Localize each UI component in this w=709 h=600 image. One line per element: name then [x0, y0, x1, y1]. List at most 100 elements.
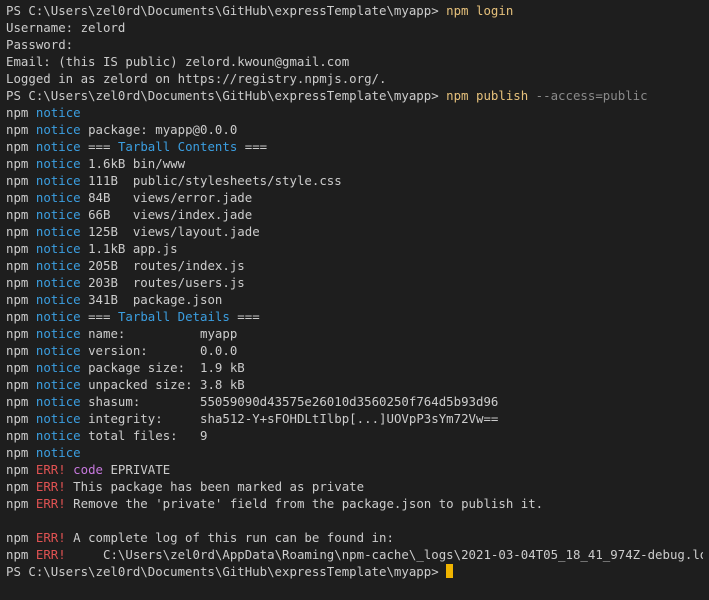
- notice-label: notice: [35, 173, 81, 188]
- npm-label: npm: [6, 411, 29, 426]
- npm-label: npm: [6, 207, 29, 222]
- notice-output: npm notice npm notice package: myapp@0.0.…: [6, 104, 703, 461]
- npm-label: npm: [6, 445, 29, 460]
- notice-line: npm notice 111B public/stylesheets/style…: [6, 172, 703, 189]
- error-code-keyword: code: [73, 462, 104, 477]
- notice-label: notice: [35, 445, 81, 460]
- npm-label: npm: [6, 241, 29, 256]
- terminal-window[interactable]: PS C:\Users\zel0rd\Documents\GitHub\expr…: [0, 0, 709, 600]
- notice-line: npm notice name: myapp: [6, 325, 703, 342]
- notice-text: total files: 9: [88, 428, 208, 443]
- prompt-line-publish: PS C:\Users\zel0rd\Documents\GitHub\expr…: [6, 87, 703, 104]
- notice-text: version: 0.0.0: [88, 343, 238, 358]
- notice-label: notice: [35, 224, 81, 239]
- notice-label: notice: [35, 343, 81, 358]
- npm-label: npm: [6, 326, 29, 341]
- err-label: ERR!: [35, 496, 66, 511]
- notice-text: 203B routes/users.js: [88, 275, 245, 290]
- npm-label: npm: [6, 105, 29, 120]
- npm-label: npm: [6, 496, 29, 511]
- notice-line: npm notice 84B views/error.jade: [6, 189, 703, 206]
- username-line: Username: zelord: [6, 20, 126, 35]
- error-line: npm ERR! This package has been marked as…: [6, 478, 703, 495]
- err-label: ERR!: [35, 462, 66, 477]
- notice-text: package: myapp@0.0.0: [88, 122, 238, 137]
- publish-command: npm publish: [446, 88, 529, 103]
- npm-label: npm: [6, 292, 29, 307]
- npm-label: npm: [6, 360, 29, 375]
- notice-label: notice: [35, 241, 81, 256]
- notice-text: 1.6kB bin/www: [88, 156, 186, 171]
- npm-label: npm: [6, 479, 29, 494]
- notice-text: 1.1kB app.js: [88, 241, 178, 256]
- notice-label: notice: [35, 190, 81, 205]
- npm-label: npm: [6, 428, 29, 443]
- notice-line: npm notice 205B routes/index.js: [6, 257, 703, 274]
- error-line: npm ERR! Remove the 'private' field from…: [6, 495, 703, 512]
- notice-label: notice: [35, 428, 81, 443]
- notice-heading-text: Tarball Details: [117, 309, 230, 324]
- notice-label: notice: [35, 105, 81, 120]
- npm-label: npm: [6, 377, 29, 392]
- notice-label: notice: [35, 139, 81, 154]
- npm-label: npm: [6, 394, 29, 409]
- npm-label: npm: [6, 547, 29, 562]
- log-error-text: A complete log of this run can be found …: [65, 530, 394, 545]
- prompt-line-login: PS C:\Users\zel0rd\Documents\GitHub\expr…: [6, 2, 703, 19]
- notice-text: name: myapp: [88, 326, 238, 341]
- notice-label: notice: [35, 394, 81, 409]
- error-text: This package has been marked as private: [65, 479, 365, 494]
- notice-text: 66B views/index.jade: [88, 207, 253, 222]
- notice-label: notice: [35, 258, 81, 273]
- log-error-text: C:\Users\zel0rd\AppData\Roaming\npm-cach…: [65, 547, 703, 562]
- notice-text: 341B package.json: [88, 292, 223, 307]
- text-cursor: [446, 564, 454, 578]
- notice-line: npm notice === Tarball Contents ===: [6, 138, 703, 155]
- prompt-path: PS C:\Users\zel0rd\Documents\GitHub\expr…: [6, 88, 439, 103]
- notice-label: notice: [35, 309, 81, 324]
- notice-line: npm notice shasum: 55059090d43575e26010d…: [6, 393, 703, 410]
- notice-text: 205B routes/index.js: [88, 258, 245, 273]
- notice-heading-suffix: ===: [237, 139, 268, 154]
- notice-label: notice: [35, 377, 81, 392]
- notice-heading-prefix: ===: [88, 309, 118, 324]
- notice-heading-suffix: ===: [229, 309, 260, 324]
- notice-label: notice: [35, 122, 81, 137]
- err-label: ERR!: [35, 530, 66, 545]
- notice-label: notice: [35, 292, 81, 307]
- err-label: ERR!: [35, 547, 66, 562]
- prompt-path: PS C:\Users\zel0rd\Documents\GitHub\expr…: [6, 3, 439, 18]
- notice-line: npm notice total files: 9: [6, 427, 703, 444]
- npm-label: npm: [6, 258, 29, 273]
- log-error-line: npm ERR! C:\Users\zel0rd\AppData\Roaming…: [6, 546, 703, 563]
- notice-line: npm notice 1.6kB bin/www: [6, 155, 703, 172]
- notice-line: npm notice 66B views/index.jade: [6, 206, 703, 223]
- npm-label: npm: [6, 343, 29, 358]
- notice-label: notice: [35, 360, 81, 375]
- npm-label: npm: [6, 224, 29, 239]
- npm-label: npm: [6, 530, 29, 545]
- prompt-line-current[interactable]: PS C:\Users\zel0rd\Documents\GitHub\expr…: [6, 563, 703, 580]
- notice-line: npm notice 125B views/layout.jade: [6, 223, 703, 240]
- notice-line: npm notice package size: 1.9 kB: [6, 359, 703, 376]
- publish-flag: --access=public: [535, 88, 648, 103]
- npm-label: npm: [6, 462, 29, 477]
- notice-text: 111B public/stylesheets/style.css: [88, 173, 342, 188]
- notice-label: notice: [35, 275, 81, 290]
- notice-line: npm notice: [6, 444, 703, 461]
- npm-label: npm: [6, 139, 29, 154]
- notice-line: npm notice === Tarball Details ===: [6, 308, 703, 325]
- notice-label: notice: [35, 411, 81, 426]
- npm-label: npm: [6, 309, 29, 324]
- npm-label: npm: [6, 190, 29, 205]
- error-output: npm ERR! code EPRIVATE npm ERR! This pack…: [6, 461, 703, 512]
- notice-label: notice: [35, 326, 81, 341]
- notice-line: npm notice: [6, 104, 703, 121]
- notice-label: notice: [35, 156, 81, 171]
- notice-label: notice: [35, 207, 81, 222]
- notice-line: npm notice version: 0.0.0: [6, 342, 703, 359]
- error-text: Remove the 'private' field from the pack…: [65, 496, 544, 511]
- log-output: npm ERR! A complete log of this run can …: [6, 529, 703, 563]
- npm-label: npm: [6, 122, 29, 137]
